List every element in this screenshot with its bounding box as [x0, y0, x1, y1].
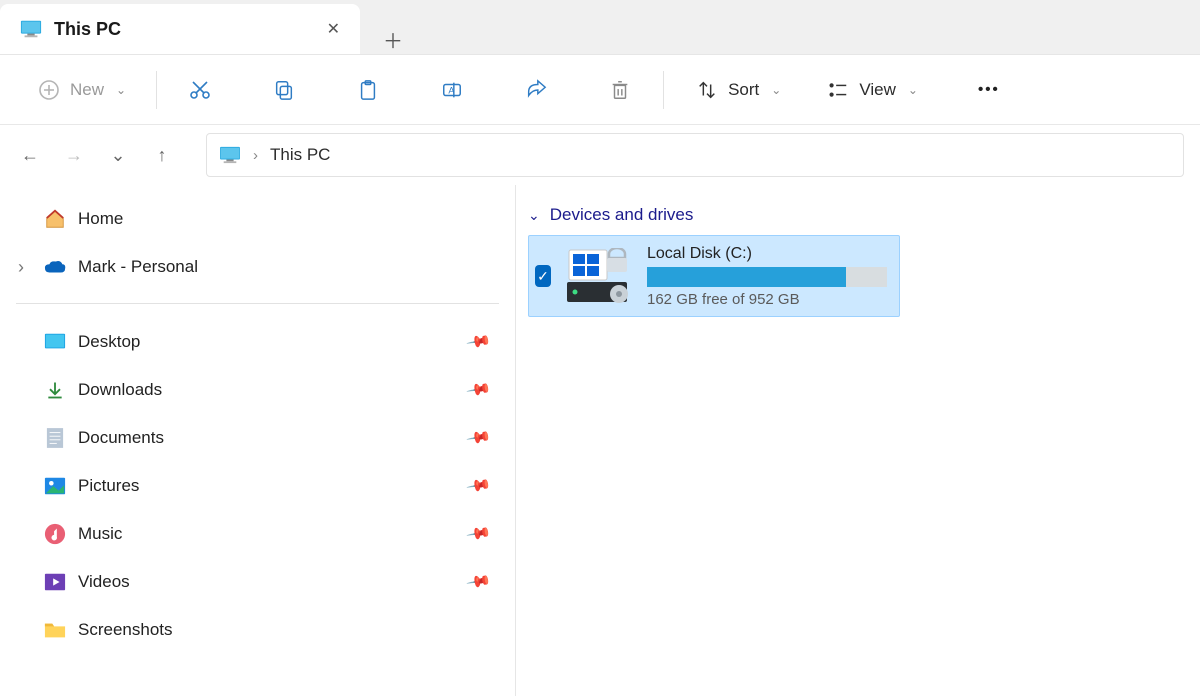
sidebar-item-label: Home [78, 209, 123, 229]
share-icon [523, 77, 549, 103]
new-label: New [70, 80, 104, 100]
download-icon [44, 379, 66, 401]
tab-this-pc[interactable]: This PC ✕ [0, 4, 360, 54]
document-icon [44, 427, 66, 449]
separator [663, 71, 664, 109]
recent-button[interactable]: ⌄ [98, 137, 138, 173]
sidebar-item-label: Documents [78, 428, 164, 448]
chevron-right-icon: › [253, 147, 258, 164]
sidebar-item-documents[interactable]: Documents 📌 [0, 414, 515, 462]
drive-info: Local Disk (C:) 162 GB free of 952 GB [647, 245, 887, 308]
rename-button[interactable]: A [427, 71, 477, 109]
monitor-icon [20, 20, 42, 38]
pin-icon: 📌 [465, 424, 493, 452]
main-panel: ⌄ Devices and drives ✓ Local Disk (C:) [516, 185, 1200, 696]
forward-button[interactable]: → [54, 137, 94, 173]
separator [156, 71, 157, 109]
ellipsis-icon: ••• [976, 77, 1002, 103]
monitor-icon [219, 146, 241, 164]
pin-icon: 📌 [465, 568, 493, 596]
copy-button[interactable] [259, 71, 309, 109]
breadcrumb-location[interactable]: This PC [270, 145, 330, 165]
home-icon [44, 208, 66, 230]
sidebar-item-onedrive[interactable]: Mark - Personal [0, 243, 515, 291]
delete-button[interactable] [595, 71, 645, 109]
cloud-icon [44, 256, 66, 278]
chevron-down-icon: ⌄ [771, 83, 781, 97]
new-tab-button[interactable]: ＋ [376, 25, 410, 54]
cut-button[interactable] [175, 71, 225, 109]
sidebar-item-home[interactable]: Home [0, 195, 515, 243]
new-button[interactable]: New ⌄ [24, 71, 138, 109]
nav-row: ← → ⌄ ↑ › This PC [0, 125, 1200, 185]
drive-icon [565, 248, 633, 304]
pin-icon: 📌 [465, 520, 493, 548]
scissors-icon [187, 77, 213, 103]
sidebar-item-label: Music [78, 524, 122, 544]
tab-title: This PC [54, 19, 121, 40]
copy-icon [271, 77, 297, 103]
toolbar: New ⌄ A Sort ⌄ [0, 55, 1200, 125]
pin-icon: 📌 [465, 328, 493, 356]
sort-button[interactable]: Sort ⌄ [682, 71, 793, 109]
pin-icon: 📌 [465, 376, 493, 404]
view-icon [825, 77, 851, 103]
desktop-icon [44, 331, 66, 353]
paste-button[interactable] [343, 71, 393, 109]
address-bar[interactable]: › This PC [206, 133, 1184, 177]
sidebar-item-label: Downloads [78, 380, 162, 400]
drive-local-disk-c[interactable]: ✓ Local Disk (C:) 162 GB fre [528, 235, 900, 317]
back-button[interactable]: ← [10, 137, 50, 173]
sidebar-item-pictures[interactable]: Pictures 📌 [0, 462, 515, 510]
more-button[interactable]: ••• [964, 71, 1014, 109]
sidebar-item-music[interactable]: Music 📌 [0, 510, 515, 558]
up-button[interactable]: ↑ [142, 137, 182, 173]
sidebar-item-label: Desktop [78, 332, 140, 352]
trash-icon [607, 77, 633, 103]
pictures-icon [44, 475, 66, 497]
chevron-down-icon: ⌄ [528, 207, 540, 224]
sidebar-item-label: Screenshots [78, 620, 173, 640]
folder-icon [44, 619, 66, 641]
paste-icon [355, 77, 381, 103]
group-devices-drives[interactable]: ⌄ Devices and drives [528, 201, 1200, 235]
plus-circle-icon [36, 77, 62, 103]
pin-icon: 📌 [465, 472, 493, 500]
sidebar-item-screenshots[interactable]: Screenshots [0, 606, 515, 654]
view-label: View [859, 80, 896, 100]
sidebar: Home Mark - Personal Desktop 📌 Downloads… [0, 185, 516, 696]
drive-free-text: 162 GB free of 952 GB [647, 291, 887, 308]
checkbox-checked-icon[interactable]: ✓ [535, 265, 551, 287]
sidebar-item-videos[interactable]: Videos 📌 [0, 558, 515, 606]
music-icon [44, 523, 66, 545]
close-icon[interactable]: ✕ [327, 19, 340, 39]
drive-usage-bar [647, 267, 887, 287]
separator [16, 303, 499, 304]
rename-icon: A [439, 77, 465, 103]
chevron-down-icon: ⌄ [908, 83, 918, 97]
share-button[interactable] [511, 71, 561, 109]
tab-strip: This PC ✕ ＋ [0, 0, 1200, 55]
sidebar-item-label: Mark - Personal [78, 257, 198, 277]
sort-icon [694, 77, 720, 103]
group-title: Devices and drives [550, 205, 694, 225]
view-button[interactable]: View ⌄ [813, 71, 930, 109]
videos-icon [44, 571, 66, 593]
sort-label: Sort [728, 80, 759, 100]
drive-name: Local Disk (C:) [647, 245, 887, 263]
sidebar-item-downloads[interactable]: Downloads 📌 [0, 366, 515, 414]
chevron-down-icon: ⌄ [116, 83, 126, 97]
sidebar-item-desktop[interactable]: Desktop 📌 [0, 318, 515, 366]
drive-usage-fill [647, 267, 846, 287]
sidebar-item-label: Pictures [78, 476, 139, 496]
sidebar-item-label: Videos [78, 572, 130, 592]
